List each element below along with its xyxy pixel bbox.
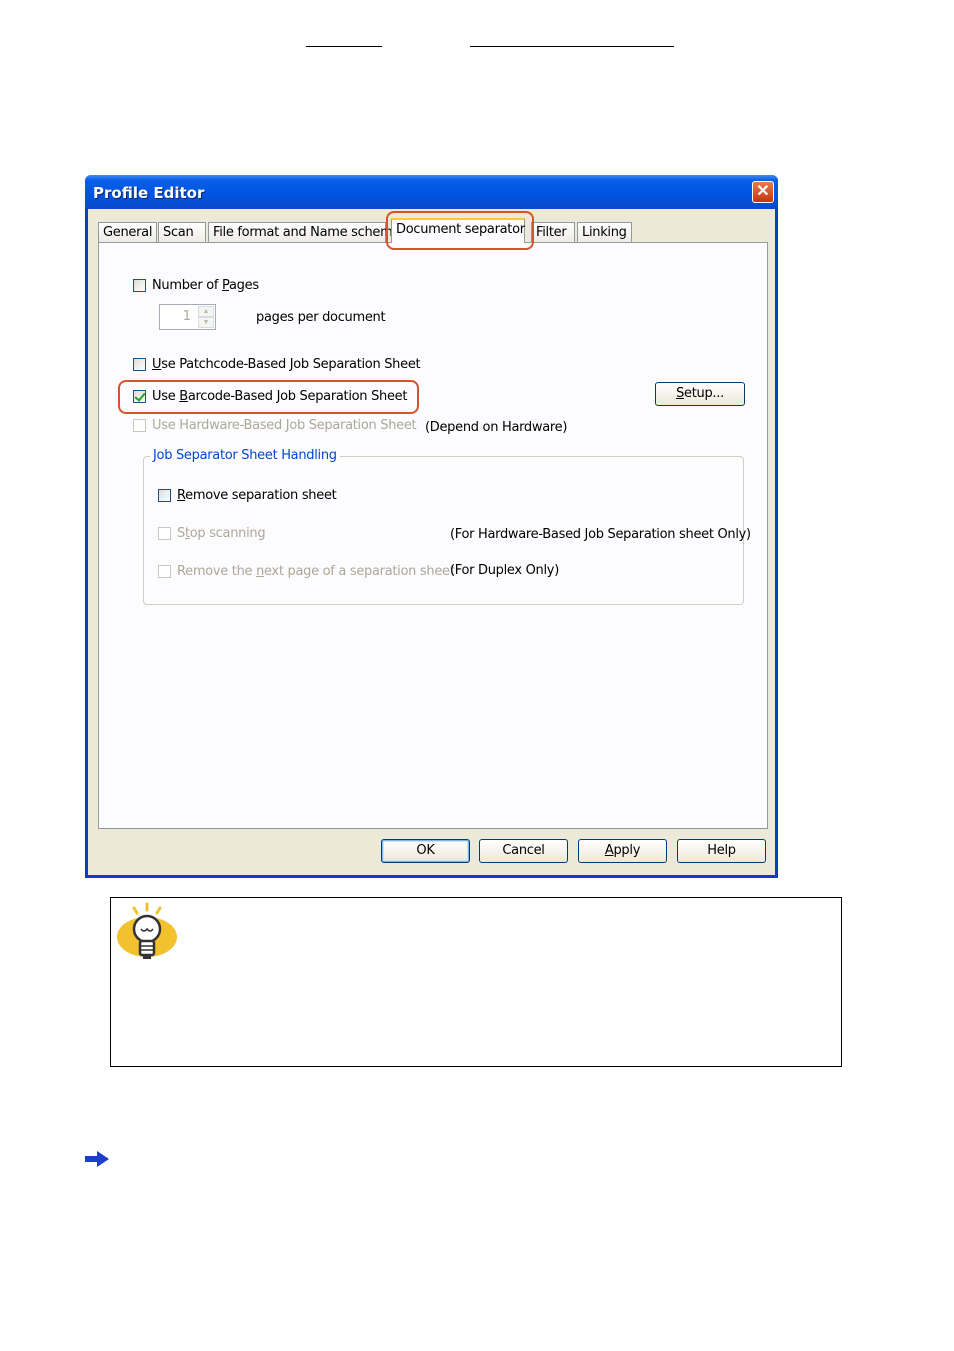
- tab-linking[interactable]: Linking: [577, 222, 632, 243]
- job-separator-groupbox: Job Separator Sheet Handling Remove sepa…: [143, 448, 751, 605]
- patchcode-checkbox[interactable]: [133, 358, 146, 371]
- tab-filter[interactable]: Filter: [531, 222, 575, 243]
- tab-general[interactable]: General: [98, 222, 157, 243]
- hint-box: [110, 897, 842, 1067]
- remove-sheet-checkbox[interactable]: [158, 489, 171, 502]
- hardware-note: (Depend on Hardware): [425, 420, 568, 435]
- stop-scanning-checkbox[interactable]: [158, 527, 171, 540]
- number-of-pages-label: Number of Pages: [152, 278, 259, 293]
- stop-scanning-note: (For Hardware-Based Job Separation sheet…: [450, 527, 751, 542]
- lightbulb-icon: [117, 902, 177, 959]
- right-arrow-icon: [85, 1151, 109, 1167]
- remove-next-label: Remove the next page of a separation she…: [177, 564, 455, 579]
- pages-value: 1: [182, 309, 191, 324]
- pages-per-document-label: pages per document: [256, 310, 386, 325]
- remove-sheet-label: Remove separation sheet: [177, 488, 337, 503]
- close-button[interactable]: ✕: [752, 181, 774, 203]
- spin-down-arrow-icon[interactable]: ▼: [198, 317, 214, 328]
- title-bar[interactable]: Profile Editor ✕: [85, 175, 778, 209]
- heading-underline-left: [306, 46, 382, 47]
- ok-button[interactable]: OK: [381, 839, 470, 863]
- cancel-button[interactable]: Cancel: [479, 839, 568, 863]
- number-of-pages-checkbox[interactable]: [133, 279, 146, 292]
- hardware-label: Use Hardware-Based Job Separation Sheet: [152, 418, 417, 433]
- spinner-buttons: ▲ ▼: [198, 306, 214, 328]
- close-icon: ✕: [756, 183, 770, 200]
- remove-next-checkbox[interactable]: [158, 565, 171, 578]
- tab-highlight-annotation: [386, 211, 534, 250]
- stop-scanning-label: Stop scanning: [177, 526, 266, 541]
- patchcode-label: Use Patchcode-Based Job Separation Sheet: [152, 357, 421, 372]
- pages-spinner[interactable]: 1 ▲ ▼: [159, 304, 216, 330]
- heading-underline-right: [470, 46, 674, 47]
- groupbox-title: Job Separator Sheet Handling: [150, 448, 340, 464]
- remove-next-note: (For Duplex Only): [450, 563, 559, 578]
- profile-editor-window: Profile Editor ✕ General Scan File forma…: [85, 175, 778, 878]
- barcode-highlight-annotation: [118, 380, 419, 414]
- spin-up-arrow-icon[interactable]: ▲: [198, 306, 214, 317]
- help-button[interactable]: Help: [677, 839, 766, 863]
- tab-file-format[interactable]: File format and Name scheme: [208, 222, 400, 243]
- setup-button[interactable]: Setup...: [655, 382, 745, 406]
- hardware-checkbox[interactable]: [133, 419, 146, 432]
- tab-scan[interactable]: Scan: [158, 222, 206, 243]
- window-title: Profile Editor: [93, 184, 205, 202]
- document-separator-panel: Number of Pages 1 ▲ ▼ pages per document…: [98, 242, 768, 829]
- apply-button[interactable]: Apply: [578, 839, 667, 863]
